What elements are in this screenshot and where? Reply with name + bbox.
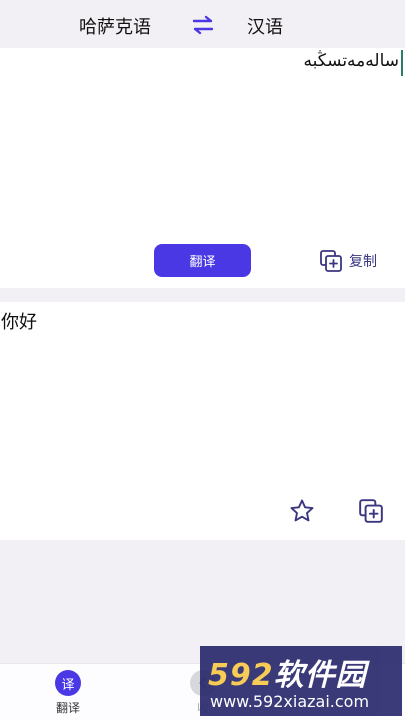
watermark-logo-digits: 592 bbox=[208, 658, 274, 693]
target-language-selector[interactable]: 汉语 bbox=[247, 13, 283, 39]
text-cursor bbox=[401, 50, 403, 76]
source-text[interactable]: ساله‌مه‌تسڭبه bbox=[304, 51, 399, 71]
swap-languages-button[interactable] bbox=[190, 14, 216, 36]
translation-result-text: 你好 bbox=[1, 312, 37, 333]
source-text-area[interactable]: ساله‌مه‌تسڭبه 翻译 复制 bbox=[0, 48, 405, 288]
star-icon bbox=[290, 499, 314, 522]
translate-tab-icon: 译 bbox=[55, 670, 81, 696]
site-watermark: 592软件园 www.592xiazai.com bbox=[200, 646, 402, 716]
watermark-url: www.592xiazai.com bbox=[210, 692, 370, 711]
copy-label: 复制 bbox=[349, 254, 377, 270]
copy-result-button[interactable] bbox=[358, 498, 384, 524]
nav-tab-translate[interactable]: 译 翻译 bbox=[38, 670, 98, 716]
source-language-selector[interactable]: 哈萨克语 bbox=[79, 13, 151, 39]
language-bar: 哈萨克语 汉语 bbox=[0, 0, 405, 48]
copy-source-button[interactable]: 复制 bbox=[319, 248, 377, 274]
watermark-logo: 592软件园 bbox=[208, 650, 367, 694]
translate-button[interactable]: 翻译 bbox=[154, 244, 251, 277]
watermark-logo-text: 软件园 bbox=[273, 658, 367, 693]
nav-tab-label: 翻译 bbox=[55, 701, 80, 715]
copy-icon bbox=[359, 499, 383, 523]
copy-icon bbox=[320, 250, 342, 272]
favorite-button[interactable] bbox=[289, 498, 315, 524]
swap-arrows-icon bbox=[192, 15, 214, 35]
translation-result-area: 你好 bbox=[0, 302, 405, 540]
